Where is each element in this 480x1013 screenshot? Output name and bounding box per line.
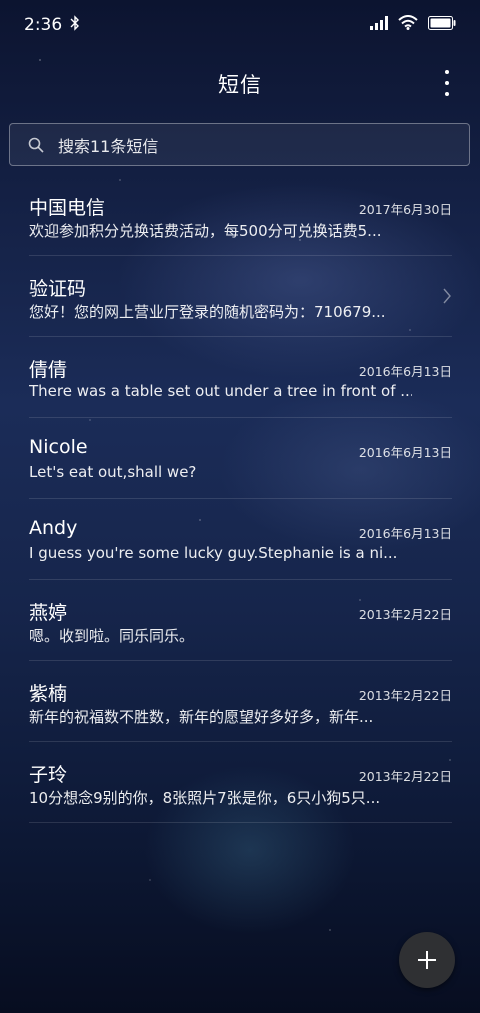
contact-name: 紫楠: [29, 683, 68, 705]
status-time: 2:36: [24, 15, 63, 35]
wifi-icon: [398, 15, 418, 35]
contact-name: Andy: [29, 517, 78, 539]
message-date: 2013年2月22日: [358, 688, 452, 703]
message-preview: 嗯。收到啦。同乐同乐。: [29, 627, 195, 645]
conversation-item[interactable]: 紫楠 2013年2月22日 新年的祝福数不胜数，新年的愿望好多好多，新年...: [29, 661, 452, 742]
conversation-list: 中国电信 2017年6月30日 欢迎参加积分兑换话费活动，每500分可兑换话费5…: [29, 175, 452, 823]
message-preview: Let's eat out,shall we?: [29, 463, 197, 481]
conversation-item[interactable]: 倩倩 2016年6月13日 There was a table set out …: [29, 337, 452, 418]
message-preview: 欢迎参加积分兑换话费活动，每500分可兑换话费5...: [29, 222, 382, 240]
search-icon: [28, 137, 44, 153]
status-bar: 2:36: [0, 0, 480, 50]
page-title: 短信: [218, 73, 262, 97]
contact-name: Nicole: [29, 436, 88, 458]
contact-name: 中国电信: [29, 197, 106, 219]
chevron-right-icon: [442, 288, 452, 308]
message-date: 2016年6月13日: [358, 445, 452, 460]
bluetooth-icon: [70, 14, 80, 36]
conversation-item[interactable]: Andy 2016年6月13日 I guess you're some luck…: [29, 499, 452, 580]
conversation-item[interactable]: 中国电信 2017年6月30日 欢迎参加积分兑换话费活动，每500分可兑换话费5…: [29, 175, 452, 256]
message-preview: 您好！您的网上营业厅登录的随机密码为：710679...: [29, 303, 386, 321]
header: 短信: [0, 62, 480, 106]
message-date: 2013年2月22日: [358, 769, 452, 784]
compose-button[interactable]: [399, 932, 455, 988]
message-preview: 新年的祝福数不胜数，新年的愿望好多好多，新年...: [29, 708, 374, 726]
conversation-item[interactable]: 子玲 2013年2月22日 10分想念9别的你，8张照片7张是你，6只小狗5只.…: [29, 742, 452, 823]
message-date: 2013年2月22日: [358, 607, 452, 622]
plus-icon: [418, 951, 436, 969]
more-vertical-icon[interactable]: [442, 70, 452, 96]
conversation-item[interactable]: Nicole 2016年6月13日 Let's eat out,shall we…: [29, 418, 452, 499]
signal-icon: [370, 15, 388, 35]
conversation-item[interactable]: 验证码 您好！您的网上营业厅登录的随机密码为：710679...: [29, 256, 452, 337]
message-preview: 10分想念9别的你，8张照片7张是你，6只小狗5只...: [29, 789, 381, 807]
conversation-item[interactable]: 燕婷 2013年2月22日 嗯。收到啦。同乐同乐。: [29, 580, 452, 661]
message-preview: I guess you're some lucky guy.Stephanie …: [29, 544, 398, 562]
message-date: 2016年6月13日: [358, 364, 452, 379]
search-input[interactable]: 搜索11条短信: [9, 123, 470, 166]
contact-name: 倩倩: [29, 359, 68, 381]
message-date: 2016年6月13日: [358, 526, 452, 541]
contact-name: 验证码: [29, 278, 87, 300]
message-date: 2017年6月30日: [358, 202, 452, 217]
message-preview: There was a table set out under a tree i…: [29, 382, 412, 400]
contact-name: 子玲: [29, 764, 68, 786]
battery-icon: [428, 15, 456, 35]
contact-name: 燕婷: [29, 602, 68, 624]
search-placeholder: 搜索11条短信: [58, 136, 159, 156]
